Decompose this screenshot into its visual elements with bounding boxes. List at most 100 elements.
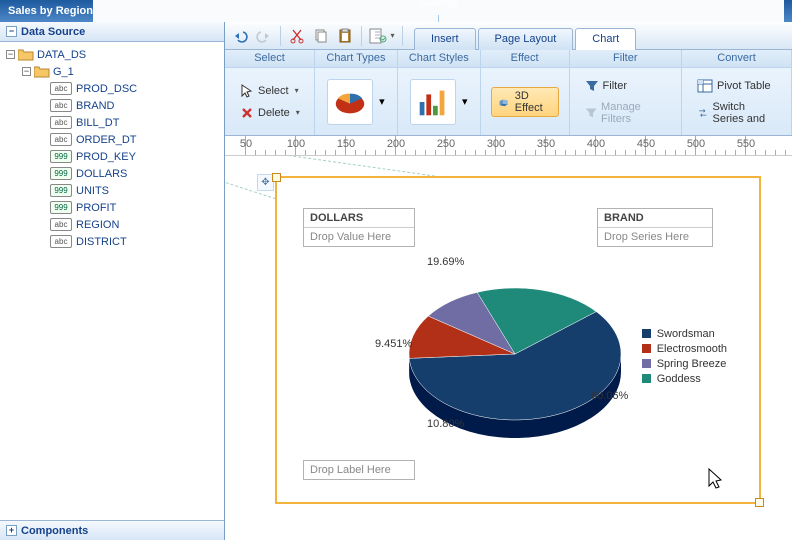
pct-label: 19.69%	[427, 256, 464, 268]
chart-types-button[interactable]	[327, 79, 373, 125]
page-setup-button[interactable]: ▾	[367, 25, 397, 47]
3d-effect-button[interactable]: 3D Effect	[491, 87, 559, 117]
data-source-header[interactable]: − Data Source	[0, 22, 224, 42]
tree-field[interactable]: abcORDER_DT	[4, 131, 224, 148]
cut-button[interactable]	[286, 25, 308, 47]
manage-filters-button[interactable]: Manage Filters	[578, 98, 673, 128]
chevron-down-icon[interactable]: ▾	[462, 95, 468, 108]
ribbon-group-chart-styles: Chart Styles ▾	[398, 50, 481, 135]
tree-field[interactable]: abcREGION	[4, 216, 224, 233]
ribbon-group-title: Effect	[481, 50, 569, 68]
chart-object[interactable]: ✥ DOLLARS Drop Value Here BRAND Drop Ser…	[275, 176, 761, 504]
field-type-icon: 999	[50, 167, 72, 180]
delete-button[interactable]: Delete▾	[233, 103, 307, 123]
ruler-tick: 250	[445, 136, 446, 156]
drop-value-hint: Drop Value Here	[304, 228, 414, 246]
field-type-icon: abc	[50, 218, 72, 231]
legend-swatch	[642, 359, 651, 368]
select-button[interactable]: Select▾	[233, 81, 306, 101]
field-label: DOLLARS	[76, 168, 127, 180]
field-label: PROD_KEY	[76, 151, 136, 163]
ruler-tick: 150	[345, 136, 346, 156]
filter-button[interactable]: Filter	[578, 76, 634, 96]
ruler-tick: 50	[245, 136, 246, 156]
pct-label: 10.80%	[427, 418, 464, 430]
ribbon-group-filter: Filter Filter Manage Filters	[570, 50, 682, 135]
legend-swatch	[642, 329, 651, 338]
nav-catalog[interactable]: Catalog	[420, 0, 458, 8]
tree-field[interactable]: 999 DOLLARS	[4, 165, 224, 182]
field-label: PROFIT	[76, 202, 116, 214]
ribbon-group-title: Convert	[682, 50, 791, 68]
components-header[interactable]: + Components	[0, 520, 224, 540]
resize-handle[interactable]	[755, 498, 764, 507]
tree-field[interactable]: 999UNITS	[4, 182, 224, 199]
tree-field[interactable]: 999 PROFIT	[4, 199, 224, 216]
tree-group[interactable]: − G_1	[4, 63, 224, 80]
drop-series-hint: Drop Series Here	[598, 228, 712, 246]
expand-icon[interactable]: +	[6, 525, 17, 536]
tree-datasource-label: DATA_DS	[37, 49, 86, 61]
chevron-down-icon[interactable]: ▾	[379, 95, 385, 108]
ribbon-tabs: Insert Page Layout Chart	[414, 22, 638, 50]
legend-label: Swordsman	[657, 328, 715, 340]
ribbon-group-chart-types: Chart Types ▾	[315, 50, 398, 135]
ribbon-group-title: Filter	[570, 50, 681, 68]
ribbon-group-effect: Effect 3D Effect	[481, 50, 570, 135]
ruler-tick: 500	[695, 136, 696, 156]
legend-label: Spring Breeze	[657, 358, 727, 370]
switch-series-button[interactable]: Switch Series and	[690, 98, 783, 128]
legend-item: Electrosmooth	[642, 341, 727, 356]
tree-field[interactable]: abcBRAND	[4, 97, 224, 114]
legend-swatch	[642, 344, 651, 353]
field-type-icon: abc	[50, 235, 72, 248]
drop-label-hint: Drop Label Here	[304, 461, 414, 479]
ribbon-group-title: Chart Types	[315, 50, 397, 68]
chart-styles-button[interactable]	[410, 79, 456, 125]
legend-item: Goddess	[642, 371, 727, 386]
data-tree: − DATA_DS − G_1 abcPROD_DSCabcBRANDabcBI…	[0, 42, 224, 520]
copy-button[interactable]	[310, 25, 332, 47]
redo-button[interactable]	[253, 25, 275, 47]
app-title: Sales by Region	[8, 5, 93, 17]
toolbar: ▾ Insert Page Layout Chart	[225, 22, 792, 50]
field-type-icon: abc	[50, 82, 72, 95]
collapse-icon[interactable]: −	[6, 26, 17, 37]
data-source-title: Data Source	[21, 26, 85, 38]
design-canvas[interactable]: ✥ DOLLARS Drop Value Here BRAND Drop Ser…	[225, 156, 792, 540]
drop-series-zone[interactable]: BRAND Drop Series Here	[597, 208, 713, 247]
expand-icon[interactable]: −	[6, 50, 15, 59]
field-type-icon: abc	[50, 116, 72, 129]
tab-insert[interactable]: Insert	[414, 28, 476, 50]
tree-root[interactable]: − DATA_DS	[4, 46, 224, 63]
field-type-icon: 999	[50, 201, 72, 214]
tab-page-layout[interactable]: Page Layout	[478, 28, 574, 50]
tree-field[interactable]: 999PROD_KEY	[4, 148, 224, 165]
ruler-tick: 350	[545, 136, 546, 156]
legend-item: Swordsman	[642, 326, 727, 341]
drop-label-zone[interactable]: Drop Label Here	[303, 460, 415, 480]
field-label: ORDER_DT	[76, 134, 137, 146]
undo-button[interactable]	[229, 25, 251, 47]
legend-item: Spring Breeze	[642, 356, 727, 371]
drop-value-zone[interactable]: DOLLARS Drop Value Here	[303, 208, 415, 247]
toolbar-separator	[280, 26, 281, 46]
pct-label: 60.06%	[591, 390, 628, 402]
tree-field[interactable]: abcBILL_DT	[4, 114, 224, 131]
pivot-table-button[interactable]: Pivot Table	[690, 76, 778, 96]
tree-field[interactable]: abcDISTRICT	[4, 233, 224, 250]
drop-series-title: BRAND	[598, 209, 712, 228]
components-title: Components	[21, 525, 88, 537]
resize-handle[interactable]	[272, 173, 281, 182]
chart-legend: SwordsmanElectrosmooth Spring BreezeGodde…	[642, 326, 727, 386]
expand-icon[interactable]: −	[22, 67, 31, 76]
ruler-tick: 450	[645, 136, 646, 156]
legend-swatch	[642, 374, 651, 383]
ribbon-group-select: Select Select▾ Delete▾	[225, 50, 315, 135]
field-label: BRAND	[76, 100, 115, 112]
paste-button[interactable]	[334, 25, 356, 47]
title-bar: Sales by Region Home | Catalog | O	[0, 0, 792, 22]
editor-area: ▾ Insert Page Layout Chart Select Select…	[225, 22, 792, 540]
tree-field[interactable]: abcPROD_DSC	[4, 80, 224, 97]
tab-chart[interactable]: Chart	[575, 28, 636, 50]
